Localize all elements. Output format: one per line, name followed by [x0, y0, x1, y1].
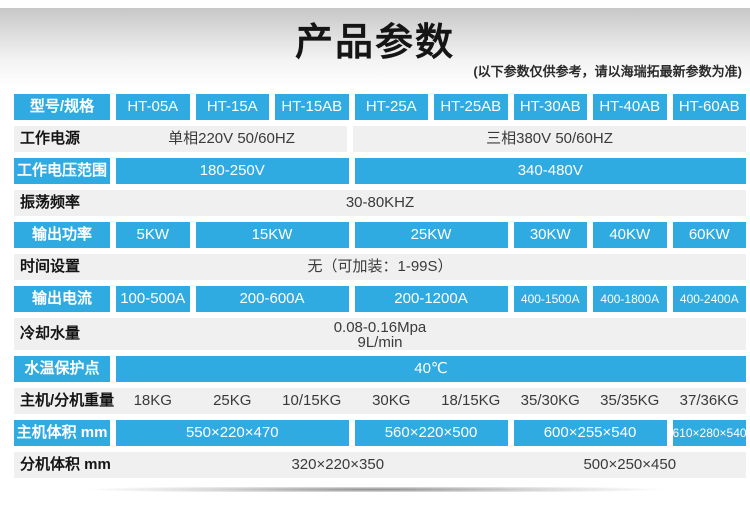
row-label-extension-volume: 分机体积 mm — [14, 452, 110, 478]
product-spec-page: 产品参数 (以下参数仅供参考，请以海瑞拓最新参数为准) 型号/规格 HT-05A… — [0, 8, 750, 512]
output-current-2: 200-600A — [196, 286, 349, 312]
model-cell-ht-25a: HT-25A — [355, 94, 429, 120]
row-cooling-water: 冷却水量 0.08-0.16Mpa 9L/min — [14, 318, 746, 350]
model-cell-ht-15a: HT-15A — [196, 94, 270, 120]
output-power-60kw: 60KW — [673, 222, 747, 248]
output-power-15kw: 15KW — [196, 222, 349, 248]
weight-1: 18KG — [116, 388, 190, 414]
voltage-range-left: 180-250V — [116, 158, 349, 184]
frequency-value: 30-80KHZ — [14, 190, 746, 216]
output-power-30kw: 30KW — [514, 222, 588, 248]
host-volume-1: 550×220×470 — [116, 420, 349, 446]
spec-table: 型号/规格 HT-05A HT-15A HT-15AB HT-25A HT-25… — [14, 94, 746, 478]
header: 产品参数 (以下参数仅供参考，请以海瑞拓最新参数为准) — [0, 8, 750, 88]
row-label-host-volume: 主机体积 mm — [14, 420, 110, 446]
model-cell-ht-05a: HT-05A — [116, 94, 190, 120]
row-power-supply: 工作电源 单相220V 50/60HZ 三相380V 50/60HZ — [14, 126, 746, 152]
voltage-range-right: 340-480V — [355, 158, 747, 184]
host-volume-3: 600×255×540 — [514, 420, 667, 446]
row-model-spec: 型号/规格 HT-05A HT-15A HT-15AB HT-25A HT-25… — [14, 94, 746, 120]
model-cell-ht-40ab: HT-40AB — [593, 94, 667, 120]
row-frequency: 振荡频率 30-80KHZ — [14, 190, 746, 216]
weight-5: 18/15KG — [434, 388, 508, 414]
extension-volume-right: 500×250×450 — [514, 452, 747, 478]
page-title: 产品参数 — [0, 8, 750, 65]
row-output-power: 输出功率 5KW 15KW 25KW 30KW 40KW 60KW — [14, 222, 746, 248]
weight-2: 25KG — [196, 388, 270, 414]
power-supply-single-phase: 单相220V 50/60HZ — [116, 126, 347, 152]
extension-volume-left: 320×220×350 — [116, 452, 508, 478]
model-cell-ht-15ab: HT-15AB — [275, 94, 349, 120]
row-label-model-spec: 型号/规格 — [14, 94, 110, 120]
row-timer: 时间设置 无（可加装：1-99S） — [14, 254, 746, 280]
power-supply-left-cell: 工作电源 单相220V 50/60HZ — [14, 126, 347, 152]
cooling-water-value: 0.08-0.16Mpa 9L/min — [14, 318, 746, 350]
weight-4: 30KG — [355, 388, 429, 414]
row-extension-volume: 分机体积 mm 320×220×350 500×250×450 — [14, 452, 746, 478]
model-cell-ht-30ab: HT-30AB — [514, 94, 588, 120]
row-label-voltage-range: 工作电压范围 — [14, 158, 110, 184]
output-current-4: 400-1500A — [514, 286, 588, 312]
weight-6: 35/30KG — [514, 388, 588, 414]
output-current-3: 200-1200A — [355, 286, 508, 312]
output-power-25kw: 25KW — [355, 222, 508, 248]
host-volume-4: 610×280×540 — [673, 420, 747, 446]
cooling-water-flow: 9L/min — [14, 335, 746, 350]
row-label-weight: 主机/分机重量 — [14, 388, 110, 414]
weight-8: 37/36KG — [673, 388, 747, 414]
output-power-40kw: 40KW — [593, 222, 667, 248]
row-water-temp-protection: 水温保护点 40℃ — [14, 356, 746, 382]
power-supply-three-phase: 三相380V 50/60HZ — [353, 126, 746, 152]
output-current-1: 100-500A — [116, 286, 190, 312]
weight-7: 35/35KG — [593, 388, 667, 414]
output-current-5: 400-1800A — [593, 286, 667, 312]
row-output-current: 输出电流 100-500A 200-600A 200-1200A 400-150… — [14, 286, 746, 312]
row-weight: 主机/分机重量 18KG 25KG 10/15KG 30KG 18/15KG 3… — [14, 388, 746, 414]
row-label-water-temp: 水温保护点 — [14, 356, 110, 382]
row-label-power-supply: 工作电源 — [14, 126, 116, 152]
water-temp-value: 40℃ — [116, 356, 746, 382]
row-host-volume: 主机体积 mm 550×220×470 560×220×500 600×255×… — [14, 420, 746, 446]
output-power-5kw: 5KW — [116, 222, 190, 248]
row-label-output-power: 输出功率 — [14, 222, 110, 248]
cooling-water-pressure: 0.08-0.16Mpa — [14, 320, 746, 335]
model-cell-ht-25ab: HT-25AB — [434, 94, 508, 120]
host-volume-2: 560×220×500 — [355, 420, 508, 446]
output-current-6: 400-2400A — [673, 286, 747, 312]
model-cell-ht-60ab: HT-60AB — [673, 94, 747, 120]
timer-value: 无（可加装：1-99S） — [14, 254, 746, 280]
row-voltage-range: 工作电压范围 180-250V 340-480V — [14, 158, 746, 184]
bottom-shadow-divider — [16, 487, 734, 492]
page-subtitle: (以下参数仅供参考，请以海瑞拓最新参数为准) — [473, 61, 742, 80]
weight-3: 10/15KG — [275, 388, 349, 414]
row-label-output-current: 输出电流 — [14, 286, 110, 312]
